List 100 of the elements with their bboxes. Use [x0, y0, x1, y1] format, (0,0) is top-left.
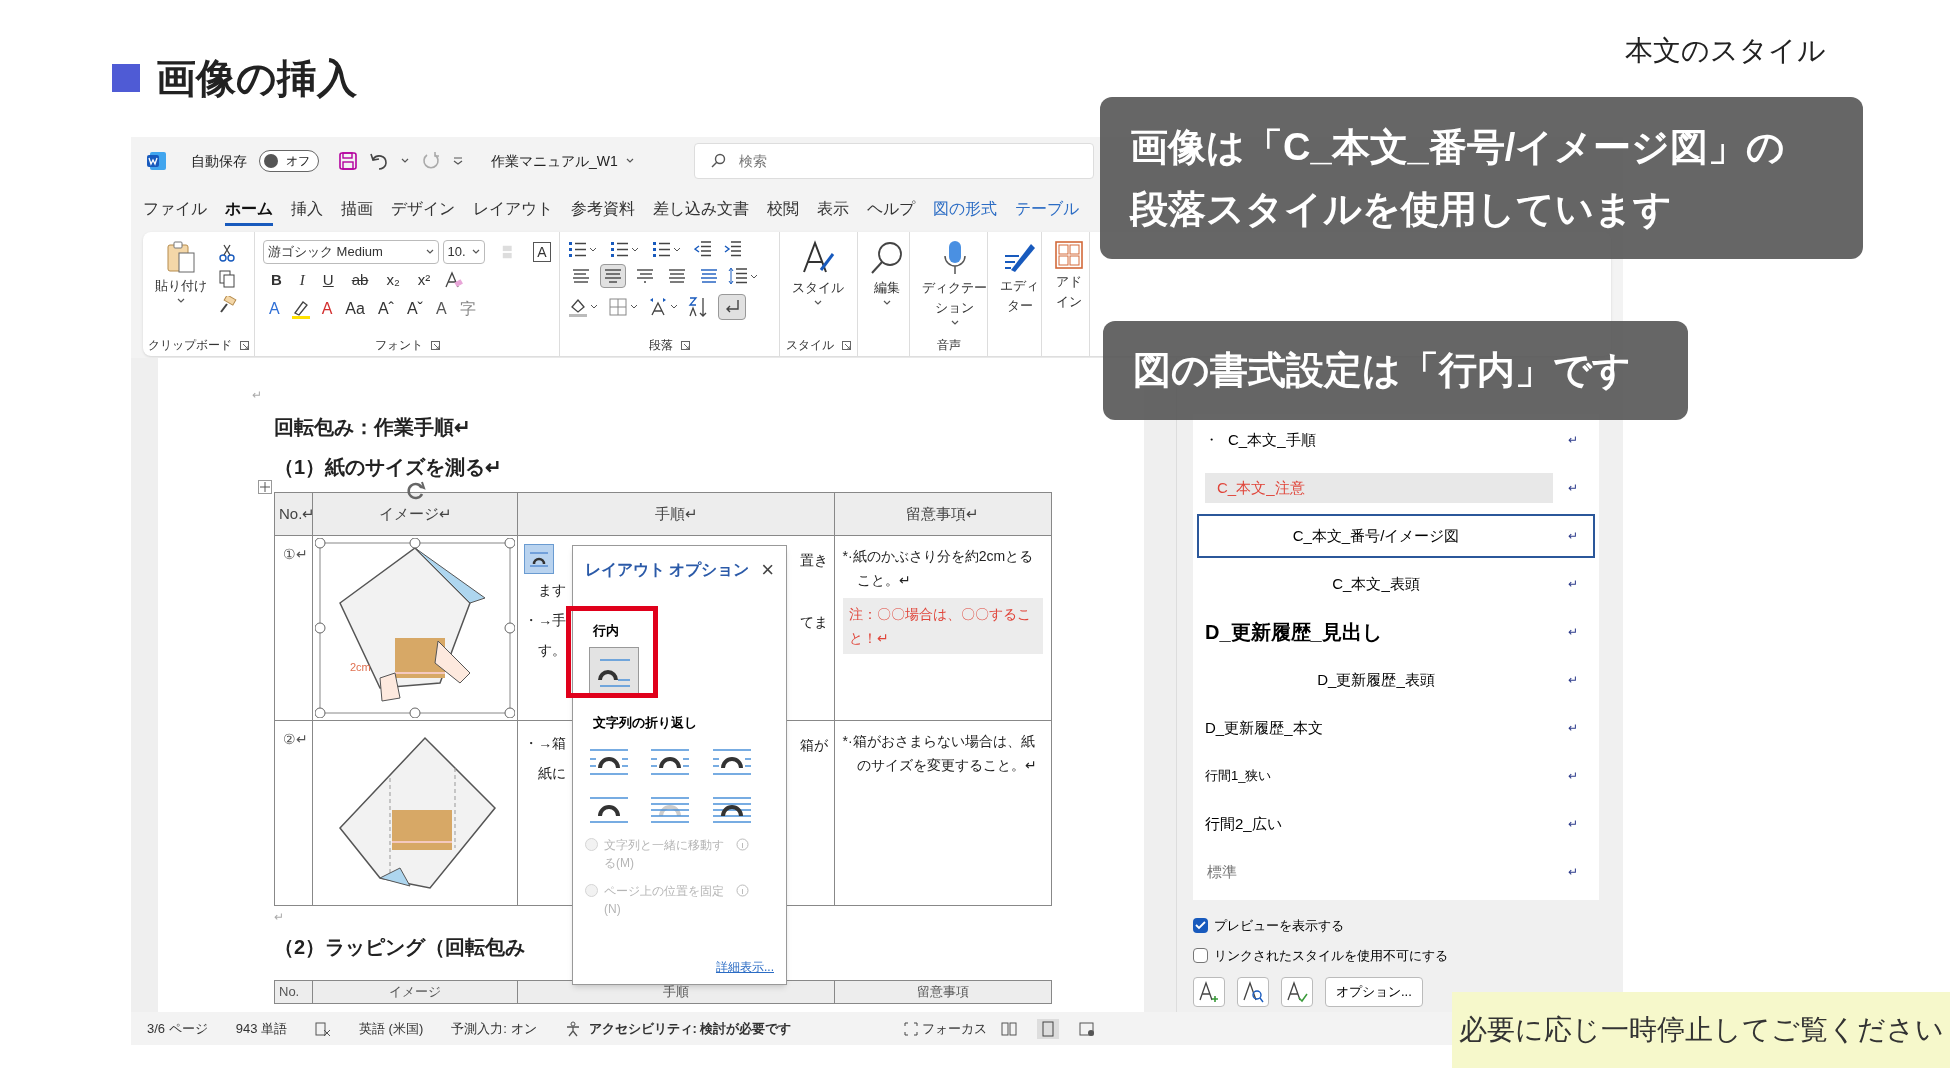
accessibility-status[interactable]: アクセシビリティ: 検討が必要です [564, 1018, 792, 1039]
ribbon-tab[interactable]: 差し込み文書 [653, 197, 749, 226]
format-toggle[interactable]: ab [347, 269, 373, 292]
format-toggle[interactable]: B [267, 269, 286, 292]
multilevel-list-icon[interactable] [652, 240, 682, 258]
font-style-button[interactable]: A [319, 296, 335, 321]
copy-icon[interactable] [219, 270, 235, 288]
undo-icon[interactable] [369, 152, 389, 170]
save-icon[interactable] [339, 152, 357, 170]
paragraph-mark: ↵ [1567, 864, 1579, 881]
column-header: 留意事項 [833, 981, 1051, 1003]
ribbon-tab[interactable]: 挿入 [291, 197, 323, 226]
font-style-button[interactable]: A [267, 296, 282, 321]
font-style-button[interactable]: 字 [457, 296, 478, 321]
style-item[interactable]: C_本文_表頭 ↵ [1197, 562, 1595, 606]
new-style-button[interactable] [1193, 977, 1225, 1007]
paste-button[interactable]: 貼り付け [151, 240, 211, 304]
editor-button[interactable]: エディ ター [996, 240, 1041, 314]
page-count[interactable]: 3/6 ページ [147, 1018, 208, 1039]
dialog-launcher-icon[interactable] [430, 340, 440, 350]
editing-button[interactable]: 編集 [866, 240, 908, 306]
wrap-option[interactable] [587, 746, 631, 778]
manage-styles-button[interactable] [1281, 977, 1313, 1007]
alignment-button[interactable] [600, 264, 626, 288]
ribbon-tab[interactable]: 図の形式 [933, 197, 997, 226]
font-name-field[interactable]: 游ゴシック Medium [263, 240, 439, 264]
dictate-button[interactable]: ディクテー ション [918, 240, 987, 326]
focus-button[interactable]: フォーカス [904, 1018, 987, 1039]
shading-icon[interactable] [568, 297, 598, 317]
read-mode-icon[interactable] [1001, 1021, 1017, 1037]
font-style-button[interactable]: Aˆ [375, 296, 396, 321]
ribbon-tab[interactable]: レイアウト [473, 197, 553, 226]
font-style-button[interactable]: Aˇ [404, 296, 425, 321]
format-painter-icon[interactable] [219, 296, 237, 314]
dialog-launcher-icon[interactable] [681, 340, 690, 350]
wrap-option[interactable] [587, 794, 631, 826]
style-item[interactable]: ・ C_本文_手順 ↵ [1197, 418, 1595, 462]
text-prediction-status[interactable]: 予測入力: オン [451, 1018, 537, 1039]
style-item[interactable]: 行間1_狭い ↵ [1197, 754, 1595, 798]
format-toggle[interactable]: x² [413, 269, 435, 292]
checkmark-icon [1195, 921, 1206, 931]
checkbox[interactable] [1193, 947, 1208, 963]
line-spacing-icon[interactable] [728, 267, 758, 285]
customize-toolbar-icon[interactable] [453, 156, 463, 166]
style-item[interactable]: 標準 ↵ [1197, 850, 1595, 894]
style-item[interactable]: 行間2_広い ↵ [1197, 802, 1595, 846]
styles-button[interactable]: スタイル [788, 240, 848, 306]
focus-icon [904, 1021, 918, 1036]
close-button[interactable]: × [761, 559, 774, 581]
clear-formatting-icon[interactable] [444, 271, 465, 290]
dialog-launcher-icon[interactable] [842, 340, 851, 350]
options-button[interactable]: オプション... [1325, 977, 1423, 1007]
format-toggle[interactable]: x₂ [382, 269, 404, 292]
format-toggle[interactable]: I [295, 269, 309, 292]
sort-icon[interactable] [688, 296, 708, 318]
numbered-list-icon[interactable] [610, 240, 640, 258]
add-ins-button[interactable]: アド イン [1050, 240, 1088, 310]
column-header: No. [278, 983, 301, 1002]
ribbon-tab[interactable]: デザイン [391, 197, 455, 226]
layout-options-button[interactable] [524, 544, 555, 574]
format-toggle[interactable]: U [318, 269, 338, 292]
font-size-field[interactable]: 10. [442, 240, 485, 264]
style-item[interactable]: D_更新履歴_見出し ↵ [1197, 610, 1595, 654]
style-item[interactable]: D_更新履歴_本文 ↵ [1197, 706, 1595, 750]
search-field[interactable]: 検索 [693, 143, 1094, 179]
increase-indent-icon[interactable] [724, 240, 742, 258]
style-inspector-button[interactable] [1237, 977, 1269, 1007]
bullet-list-icon[interactable] [568, 240, 598, 258]
character-border-button[interactable]: A [533, 242, 551, 262]
show-marks-button[interactable] [718, 294, 746, 320]
document-name-button[interactable]: 作業マニュアル_W1 [491, 150, 634, 172]
cut-icon[interactable] [219, 244, 235, 262]
caret-icon[interactable] [401, 158, 409, 164]
table-move-handle-icon[interactable] [258, 480, 272, 494]
ribbon-tab[interactable]: ファイル [143, 197, 207, 226]
ribbon-tab[interactable]: 描画 [341, 197, 373, 226]
text-spacing-icon[interactable] [648, 297, 678, 317]
font-style-button[interactable]: A [433, 296, 449, 321]
decrease-indent-icon[interactable] [694, 240, 712, 258]
ribbon-tab[interactable]: 校閲 [767, 197, 799, 226]
more-options-link[interactable]: 詳細表示... [716, 958, 774, 976]
web-layout-icon[interactable] [1079, 1021, 1095, 1037]
ribbon-tab[interactable]: テーブル [1015, 197, 1079, 226]
style-name: D_更新履歴_見出し [1205, 620, 1382, 645]
ribbon-tab[interactable]: ヘルプ [867, 197, 915, 226]
word-logo-icon[interactable] [147, 151, 167, 171]
microphone-icon [941, 240, 968, 276]
dialog-launcher-icon[interactable] [240, 340, 249, 350]
style-item[interactable]: D_更新履歴_表頭 ↵ [1197, 658, 1595, 702]
ribbon-tab[interactable]: 表示 [817, 197, 849, 226]
autosave-toggle[interactable]: オフ [259, 150, 319, 172]
ribbon-tab[interactable]: ホーム [225, 197, 273, 226]
rotate-handle-icon[interactable] [404, 480, 427, 502]
style-item[interactable]: C_本文_番号/イメージ図 ↵ [1197, 514, 1595, 558]
checkbox[interactable] [1193, 918, 1208, 934]
word-count[interactable]: 943 単語 [235, 1018, 287, 1039]
ribbon-tab[interactable]: 参考資料 [571, 197, 635, 226]
font-style-button[interactable]: Aa [343, 296, 367, 321]
language-status[interactable]: 英語 (米国) [359, 1018, 424, 1039]
proofing-icon[interactable] [315, 1020, 331, 1037]
